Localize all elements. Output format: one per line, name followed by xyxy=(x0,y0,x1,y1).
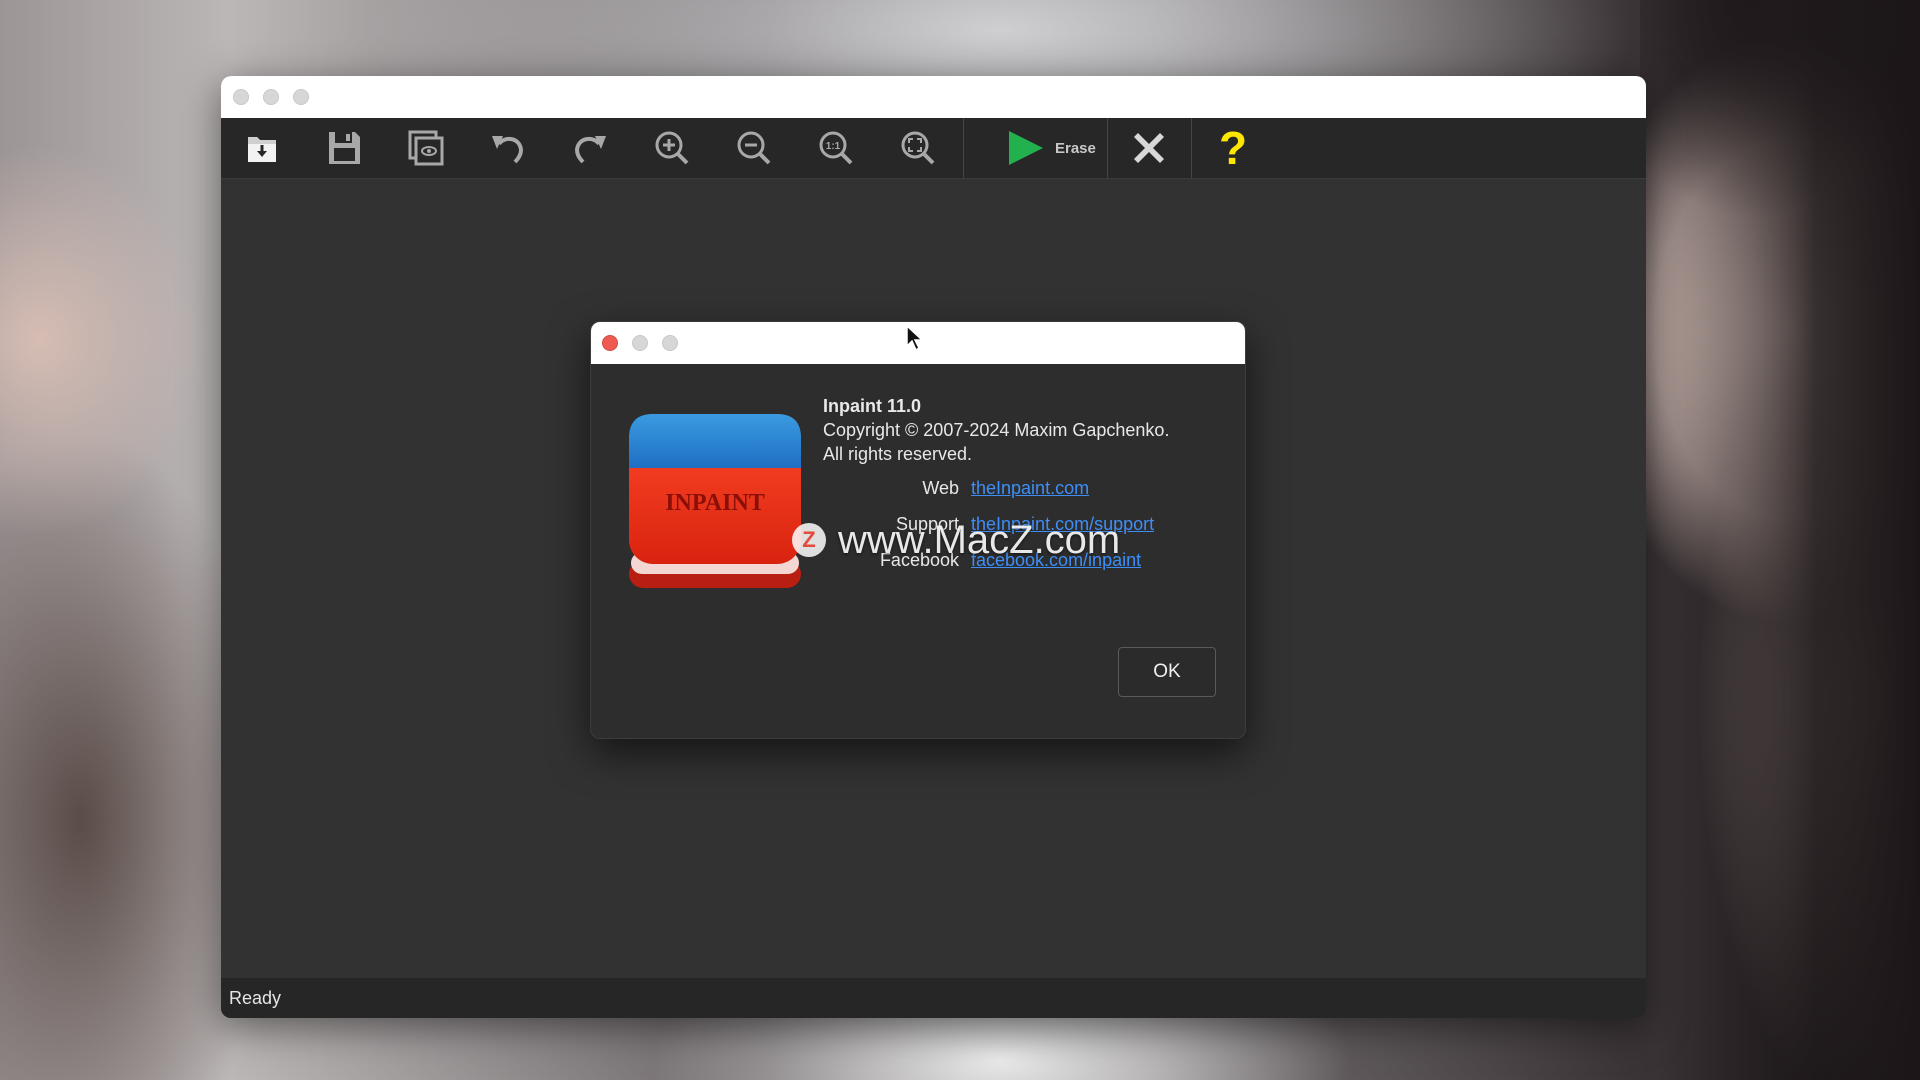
rights-text: All rights reserved. xyxy=(823,444,973,464)
undo-button[interactable] xyxy=(478,118,538,178)
open-download-icon xyxy=(248,137,276,162)
mouse-cursor-icon xyxy=(906,324,924,352)
zoom-window-button[interactable] xyxy=(293,89,309,105)
save-icon xyxy=(329,132,360,164)
zoom-actual-text: 1:1 xyxy=(826,141,841,152)
redo-button[interactable] xyxy=(560,118,620,178)
help-icon: ? xyxy=(1218,122,1248,174)
ok-button[interactable]: OK xyxy=(1118,647,1216,697)
copyright-text: Copyright © 2007-2024 Maxim Gapchenko. xyxy=(823,420,1170,440)
web-label: Web xyxy=(922,478,959,498)
web-link[interactable]: theInpaint.com xyxy=(971,478,1089,499)
app-title: Inpaint 11.0 xyxy=(823,396,922,416)
zoom-1-1-icon: 1:1 xyxy=(819,131,853,165)
zoom-fit-icon xyxy=(901,131,935,165)
zoom-out-button[interactable] xyxy=(724,118,784,178)
zoom-out-icon xyxy=(737,131,771,165)
redo-icon xyxy=(574,136,606,164)
wallpaper-shade-top xyxy=(1640,0,1920,220)
help-button[interactable]: ? xyxy=(1203,118,1263,178)
toolbar-separator xyxy=(1107,118,1108,178)
facebook-label: Facebook xyxy=(879,550,959,570)
status-text: Ready xyxy=(229,987,282,1008)
dialog-minimize-button xyxy=(632,335,648,351)
dialog-close-button[interactable] xyxy=(602,335,618,351)
link-row-web: Web theInpaint.com xyxy=(591,478,1091,502)
play-icon xyxy=(1009,131,1043,165)
preview-button[interactable] xyxy=(396,118,456,178)
about-dialog: INPAINT Inpaint 11.0 Copyright © 2007-20… xyxy=(590,321,1246,739)
zoom-actual-button[interactable]: 1:1 xyxy=(806,118,866,178)
zoom-in-icon xyxy=(655,131,689,165)
save-button[interactable] xyxy=(314,118,374,178)
link-row-support: Support theInpaint.com/support xyxy=(591,514,1154,538)
toolbar: 1:1 Erase ? xyxy=(221,118,1646,179)
about-info: Inpaint 11.0 Copyright © 2007-2024 Maxim… xyxy=(823,394,1169,466)
close-window-button[interactable] xyxy=(233,89,249,105)
undo-icon xyxy=(492,136,524,164)
close-x-icon xyxy=(1134,133,1164,163)
preview-icon xyxy=(408,130,444,166)
erase-label: Erase xyxy=(1055,139,1096,157)
zoom-in-button[interactable] xyxy=(642,118,702,178)
support-label: Support xyxy=(895,514,959,534)
status-bar: Ready xyxy=(221,978,1646,1018)
support-link[interactable]: theInpaint.com/support xyxy=(971,514,1154,535)
minimize-window-button[interactable] xyxy=(263,89,279,105)
erase-button[interactable]: Erase xyxy=(983,118,1113,178)
facebook-link[interactable]: facebook.com/inpaint xyxy=(971,550,1141,571)
main-titlebar[interactable] xyxy=(221,76,1646,118)
cancel-button[interactable] xyxy=(1119,118,1179,178)
link-row-facebook: Facebook facebook.com/inpaint xyxy=(591,550,1141,574)
dialog-zoom-button xyxy=(662,335,678,351)
toolbar-separator xyxy=(1191,118,1192,178)
open-button[interactable] xyxy=(232,118,292,178)
zoom-fit-button[interactable] xyxy=(888,118,948,178)
toolbar-separator xyxy=(963,118,964,178)
